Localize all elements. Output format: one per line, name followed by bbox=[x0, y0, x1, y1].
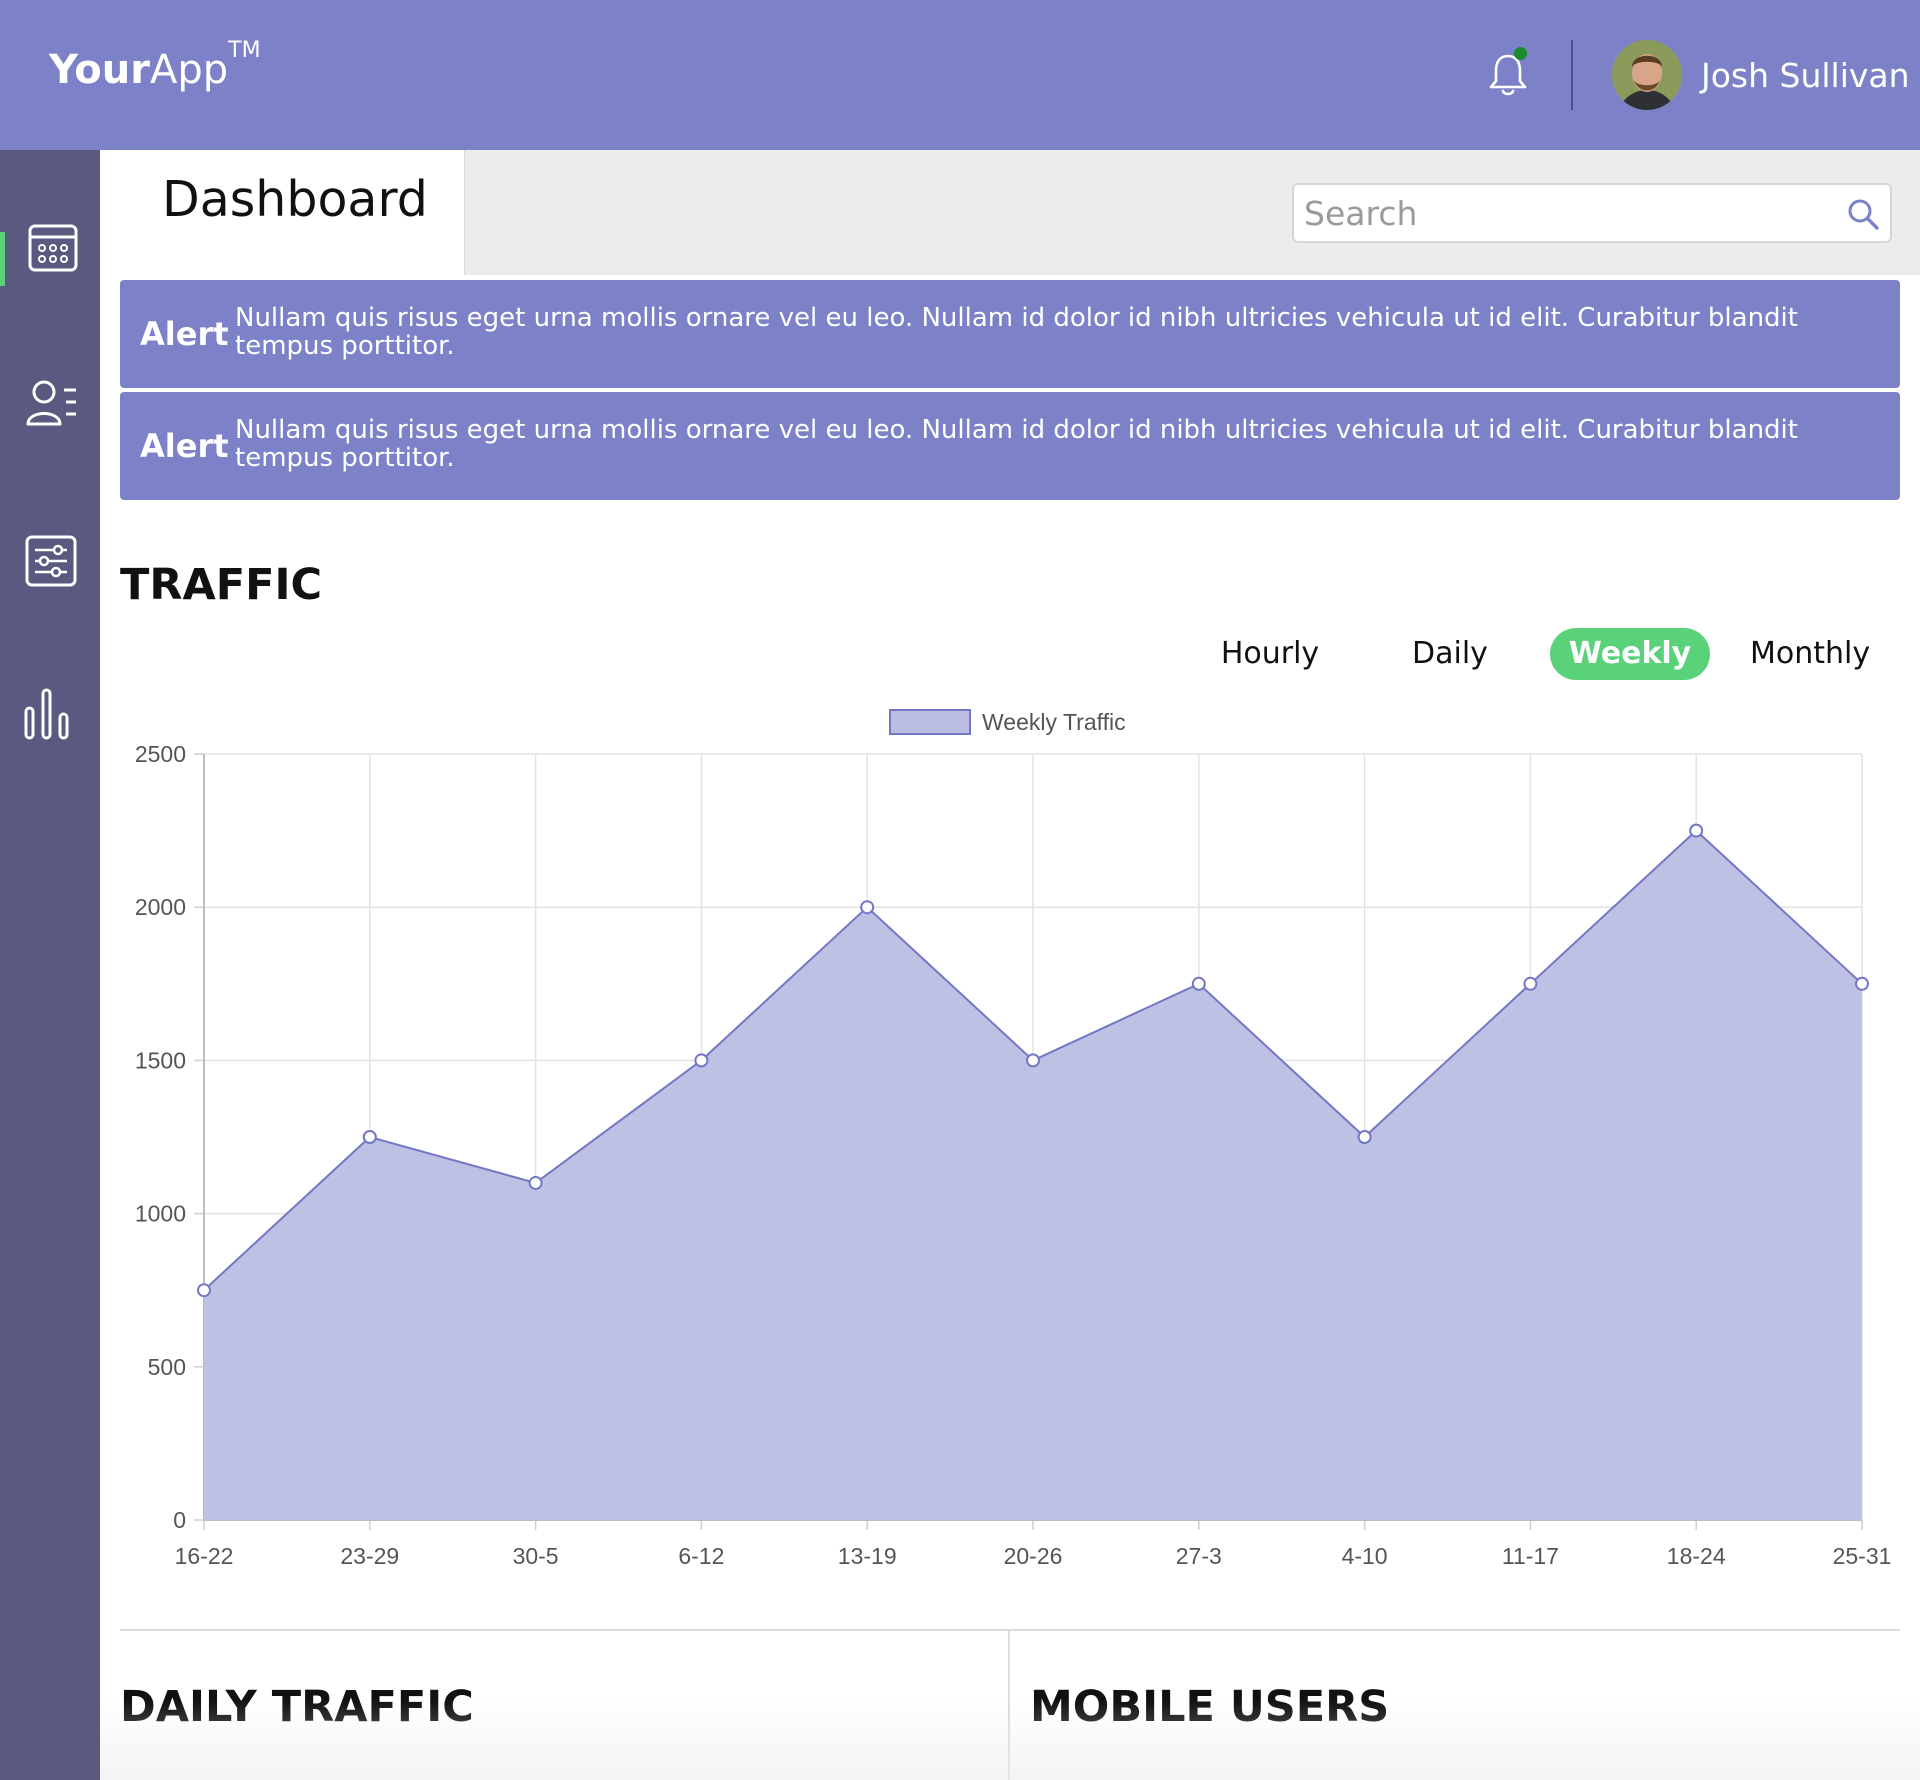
data-point bbox=[1191, 976, 1206, 991]
bottom-fade bbox=[100, 1700, 1920, 1780]
user-name[interactable]: Josh Sullivan bbox=[1701, 56, 1910, 96]
data-point bbox=[694, 1053, 709, 1068]
x-tick-label: 30-5 bbox=[513, 1543, 559, 1569]
x-tick-label: 16-22 bbox=[175, 1543, 234, 1569]
bar-chart-icon bbox=[24, 688, 69, 740]
search-icon[interactable] bbox=[1846, 197, 1880, 231]
alert-message: Nullam quis risus eget urna mollis ornar… bbox=[235, 303, 1798, 361]
notification-dot bbox=[1514, 47, 1527, 60]
sidebar-item-analytics[interactable] bbox=[0, 688, 100, 792]
page-title-tab: Dashboard bbox=[100, 150, 465, 275]
data-point bbox=[528, 1175, 543, 1190]
legend-swatch bbox=[889, 709, 971, 735]
period-hourly-button[interactable]: Hourly bbox=[1210, 628, 1330, 680]
header-divider bbox=[1571, 40, 1573, 110]
alert-label: Alert bbox=[140, 427, 229, 465]
data-point bbox=[1026, 1053, 1040, 1068]
data-point bbox=[1357, 1130, 1372, 1144]
data-point bbox=[197, 1283, 211, 1298]
sidebar-item-settings[interactable] bbox=[0, 535, 100, 636]
x-tick-label: 18-24 bbox=[1667, 1543, 1726, 1569]
top-header: YourAppTM Josh Sullivan bbox=[0, 0, 1920, 150]
app-logo[interactable]: YourAppTM bbox=[49, 40, 261, 93]
data-point bbox=[1855, 976, 1869, 991]
y-tick-label: 1000 bbox=[135, 1201, 186, 1227]
section-divider bbox=[120, 1629, 1900, 1631]
y-tick-label: 2500 bbox=[135, 741, 186, 767]
y-tick-label: 0 bbox=[173, 1507, 186, 1533]
avatar[interactable] bbox=[1612, 40, 1682, 110]
y-tick-label: 1500 bbox=[135, 1047, 186, 1073]
legend-label: Weekly Traffic bbox=[982, 709, 1126, 735]
search-box[interactable] bbox=[1292, 183, 1892, 243]
data-point bbox=[860, 900, 875, 915]
logo-trademark: TM bbox=[228, 38, 261, 63]
settings-sliders-icon bbox=[25, 535, 77, 587]
x-tick-label: 13-19 bbox=[838, 1543, 897, 1569]
search-input[interactable] bbox=[1304, 191, 1824, 235]
x-tick-label: 23-29 bbox=[340, 1543, 399, 1569]
calendar-icon bbox=[28, 224, 78, 272]
x-tick-label: 27-3 bbox=[1176, 1543, 1222, 1569]
data-point bbox=[1689, 823, 1704, 838]
period-daily-button[interactable]: Daily bbox=[1390, 628, 1510, 680]
page-title: Dashboard bbox=[162, 171, 428, 228]
alert-message: Nullam quis risus eget urna mollis ornar… bbox=[235, 415, 1798, 473]
alert-label: Alert bbox=[140, 315, 229, 353]
x-tick-label: 11-17 bbox=[1502, 1543, 1559, 1569]
sidebar bbox=[0, 150, 100, 1780]
sidebar-item-calendar[interactable] bbox=[0, 222, 100, 322]
period-weekly-button[interactable]: Weekly bbox=[1550, 628, 1710, 680]
traffic-title: TRAFFIC bbox=[120, 560, 323, 610]
x-tick-label: 20-26 bbox=[1004, 1543, 1063, 1569]
alert-banner: Alert Nullam quis risus eget urna mollis… bbox=[120, 280, 1900, 388]
data-point bbox=[1523, 976, 1538, 991]
alert-banner: Alert Nullam quis risus eget urna mollis… bbox=[120, 392, 1900, 500]
x-tick-label: 6-12 bbox=[678, 1543, 724, 1569]
logo-brand-bold: Your bbox=[49, 47, 150, 93]
data-point bbox=[362, 1130, 377, 1144]
traffic-chart: 0 500 1000 1500 2000 2500 16-22 23-29 30-5 6-12 13… bbox=[110, 690, 1920, 1590]
y-tick-label: 500 bbox=[148, 1354, 186, 1380]
y-tick-label: 2000 bbox=[135, 894, 186, 920]
sidebar-item-members[interactable] bbox=[0, 380, 100, 480]
traffic-chart-svg: 0 500 1000 1500 2000 2500 16-22 23-29 30-5 6-12 13… bbox=[135, 709, 1892, 1569]
x-tick-label: 4-10 bbox=[1342, 1543, 1388, 1569]
members-icon bbox=[26, 380, 76, 426]
x-tick-label: 25-31 bbox=[1833, 1543, 1892, 1569]
period-monthly-button[interactable]: Monthly bbox=[1750, 628, 1870, 680]
logo-brand-light: App bbox=[149, 47, 229, 93]
